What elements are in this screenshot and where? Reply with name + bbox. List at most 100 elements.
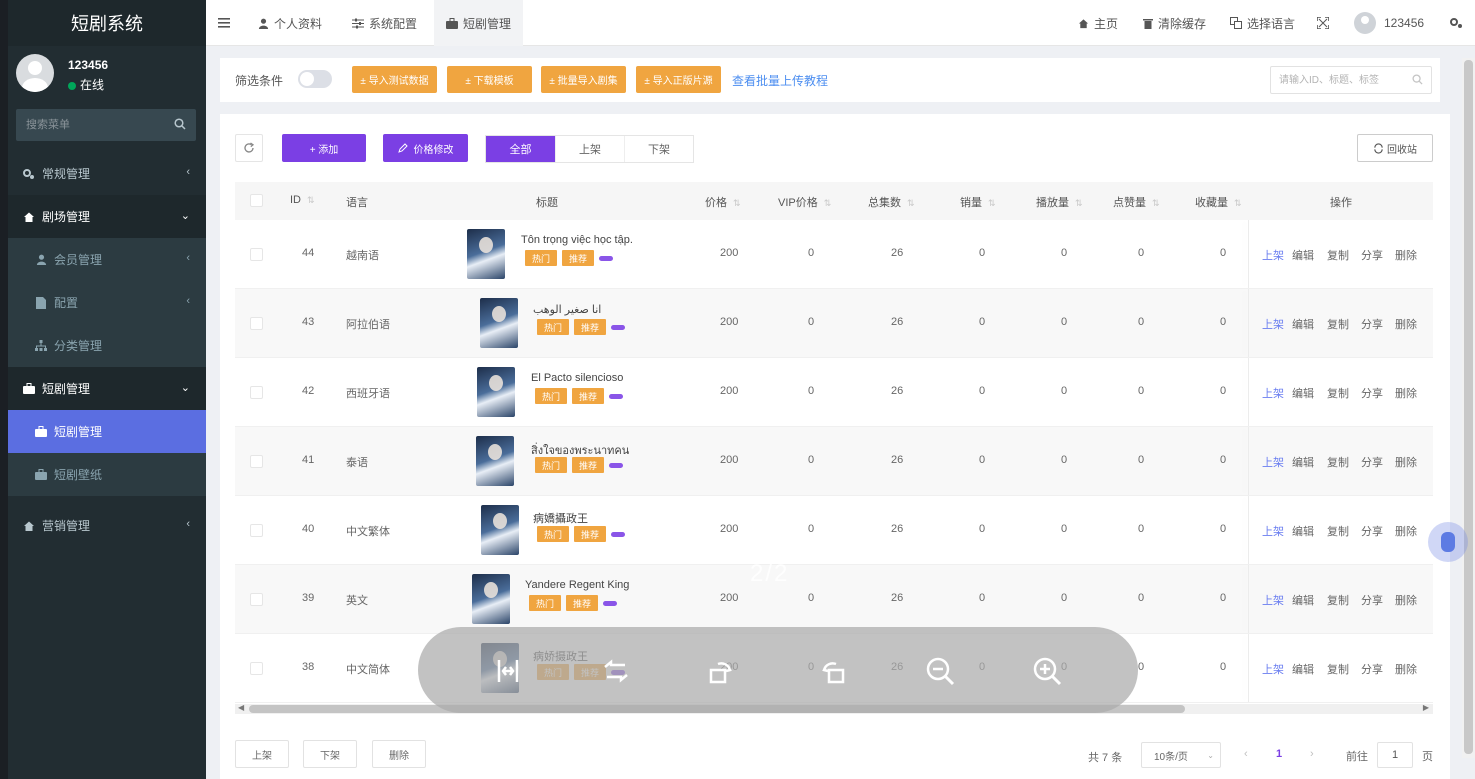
page-size-select[interactable]: 10条/页 ⌄ [1141, 742, 1221, 768]
clear-cache-button[interactable]: 清除缓存 [1143, 0, 1206, 46]
share-action[interactable]: 分享 [1361, 316, 1383, 332]
col-favorites[interactable]: 收藏量 ⇅ [1195, 194, 1242, 210]
zoom-out-icon[interactable] [920, 651, 960, 691]
select-language-button[interactable]: 选择语言 [1230, 0, 1295, 46]
row-checkbox[interactable] [250, 386, 263, 399]
rotate-right-icon[interactable] [813, 651, 853, 691]
on-shelf-action[interactable]: 上架 [1262, 316, 1284, 332]
menu-toggle-icon[interactable] [218, 0, 235, 46]
drama-cover-image[interactable] [467, 229, 505, 279]
select-all-checkbox[interactable] [250, 194, 263, 207]
goto-page-input[interactable]: 1 [1377, 742, 1413, 768]
import-licensed-button[interactable]: ± 导入正版片源 [636, 66, 721, 93]
rotate-left-icon[interactable] [701, 651, 741, 691]
delete-action[interactable]: 删除 [1395, 247, 1417, 263]
download-template-button[interactable]: ± 下载模板 [447, 66, 532, 93]
sidebar-item-drama-manage[interactable]: 短剧管理 [8, 410, 206, 453]
col-episodes[interactable]: 总集数 ⇅ [868, 194, 915, 210]
sidebar-item-drama-wallpaper[interactable]: 短剧壁纸 [8, 453, 206, 496]
on-shelf-action[interactable]: 上架 [1262, 385, 1284, 401]
price-edit-button[interactable]: 价格修改 [383, 134, 468, 162]
delete-action[interactable]: 删除 [1395, 523, 1417, 539]
row-checkbox[interactable] [250, 317, 263, 330]
sidebar-search-input[interactable] [16, 109, 166, 141]
fullscreen-icon[interactable] [1317, 0, 1334, 46]
filter-toggle[interactable] [298, 70, 332, 88]
share-action[interactable]: 分享 [1361, 661, 1383, 677]
edit-action[interactable]: 编辑 [1292, 454, 1314, 470]
app-logo[interactable]: 短剧系统 [8, 0, 206, 46]
on-shelf-action[interactable]: 上架 [1262, 592, 1284, 608]
drama-cover-image[interactable] [476, 436, 514, 486]
on-shelf-action[interactable]: 上架 [1262, 661, 1284, 677]
next-page-icon[interactable]: › [1310, 748, 1314, 760]
on-shelf-action[interactable]: 上架 [1262, 454, 1284, 470]
tab-profile[interactable]: 个人资料 [258, 0, 322, 46]
bulk-delete-button[interactable]: 删除 [372, 740, 426, 768]
search-icon[interactable] [174, 118, 186, 130]
segment-on-shelf[interactable]: 上架 [555, 136, 624, 162]
bulk-on-shelf-button[interactable]: 上架 [235, 740, 289, 768]
drama-cover-image[interactable] [480, 298, 518, 348]
settings-gear-icon[interactable] [1450, 0, 1468, 46]
copy-action[interactable]: 复制 [1327, 247, 1349, 263]
edit-action[interactable]: 编辑 [1292, 316, 1314, 332]
zoom-in-icon[interactable] [1027, 651, 1067, 691]
search-icon[interactable] [1412, 74, 1423, 85]
row-checkbox[interactable] [250, 248, 263, 261]
row-checkbox[interactable] [250, 662, 263, 675]
user-menu[interactable]: 123456 [1354, 0, 1424, 46]
drama-cover-image[interactable] [472, 574, 510, 624]
fit-screen-icon[interactable] [596, 651, 636, 691]
sidebar-item-category[interactable]: 分类管理 [8, 324, 206, 367]
delete-action[interactable]: 删除 [1395, 385, 1417, 401]
share-action[interactable]: 分享 [1361, 454, 1383, 470]
segment-all[interactable]: 全部 [486, 136, 555, 162]
copy-action[interactable]: 复制 [1327, 592, 1349, 608]
add-button[interactable]: + 添加 [282, 134, 366, 162]
fit-width-icon[interactable] [488, 651, 528, 691]
prev-page-icon[interactable]: ‹ [1244, 748, 1248, 760]
col-sales[interactable]: 销量 ⇅ [960, 194, 996, 210]
delete-action[interactable]: 删除 [1395, 454, 1417, 470]
sidebar-item-drama-group[interactable]: 短剧管理 ⌄ [8, 367, 206, 410]
edit-action[interactable]: 编辑 [1292, 385, 1314, 401]
page-scrollbar-thumb[interactable] [1464, 60, 1473, 754]
sidebar-item-general[interactable]: 常规管理 ‹ [8, 152, 206, 195]
copy-action[interactable]: 复制 [1327, 661, 1349, 677]
scroll-left-icon[interactable]: ◀ [238, 703, 244, 712]
row-checkbox[interactable] [250, 455, 263, 468]
sidebar-item-config[interactable]: 配置 ‹ [8, 281, 206, 324]
sidebar-item-theater[interactable]: 剧场管理 ⌄ [8, 195, 206, 238]
segment-off-shelf[interactable]: 下架 [624, 136, 693, 162]
drama-cover-image[interactable] [477, 367, 515, 417]
col-vip-price[interactable]: VIP价格 ⇅ [778, 194, 831, 210]
share-action[interactable]: 分享 [1361, 385, 1383, 401]
delete-action[interactable]: 删除 [1395, 316, 1417, 332]
upload-tutorial-link[interactable]: 查看批量上传教程 [732, 72, 828, 89]
sidebar-item-members[interactable]: 会员管理 ‹ [8, 238, 206, 281]
import-test-data-button[interactable]: ± 导入测试数据 [352, 66, 437, 93]
sidebar-item-marketing[interactable]: 营销管理 ‹ [8, 504, 206, 547]
current-page[interactable]: 1 [1276, 748, 1282, 760]
copy-action[interactable]: 复制 [1327, 454, 1349, 470]
col-price[interactable]: 价格 ⇅ [705, 194, 741, 210]
delete-action[interactable]: 删除 [1395, 661, 1417, 677]
on-shelf-action[interactable]: 上架 [1262, 247, 1284, 263]
edit-action[interactable]: 编辑 [1292, 247, 1314, 263]
page-scrollbar[interactable] [1462, 58, 1475, 758]
row-checkbox[interactable] [250, 593, 263, 606]
scroll-right-icon[interactable]: ▶ [1423, 703, 1429, 712]
col-plays[interactable]: 播放量 ⇅ [1036, 194, 1083, 210]
share-action[interactable]: 分享 [1361, 523, 1383, 539]
copy-action[interactable]: 复制 [1327, 316, 1349, 332]
drama-cover-image[interactable] [481, 505, 519, 555]
share-action[interactable]: 分享 [1361, 592, 1383, 608]
edit-action[interactable]: 编辑 [1292, 592, 1314, 608]
on-shelf-action[interactable]: 上架 [1262, 523, 1284, 539]
edit-action[interactable]: 编辑 [1292, 661, 1314, 677]
tab-drama-manage[interactable]: 短剧管理 [434, 0, 524, 46]
refresh-button[interactable] [235, 134, 263, 162]
bulk-off-shelf-button[interactable]: 下架 [303, 740, 357, 768]
share-action[interactable]: 分享 [1361, 247, 1383, 263]
